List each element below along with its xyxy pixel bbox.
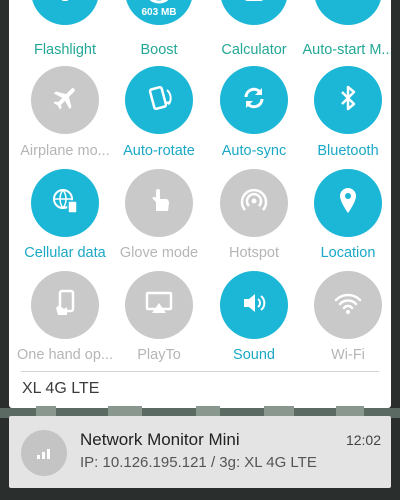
tile-label: One hand op...	[17, 347, 113, 363]
bluetooth-toggle[interactable]	[314, 66, 382, 134]
network-monitor-notification[interactable]: Network Monitor Mini 12:02 IP: 10.126.19…	[9, 416, 391, 488]
wifi-icon	[331, 286, 365, 325]
quick-settings-panel: Flashlight 603 MB Boost Calculator Auto-star…	[9, 0, 391, 408]
auto-sync-toggle[interactable]	[220, 66, 288, 134]
auto-rotate-toggle[interactable]	[125, 66, 193, 134]
bluetooth-icon	[331, 81, 365, 120]
location-toggle[interactable]	[314, 169, 382, 237]
notification-title: Network Monitor Mini	[80, 430, 240, 449]
tile-label: Auto-sync	[221, 143, 287, 159]
cellular-data-toggle[interactable]	[31, 169, 99, 237]
background-app-icon	[36, 406, 56, 416]
tile-label: Wi-Fi	[331, 347, 365, 363]
background-app-icon	[196, 406, 220, 416]
tile-label: Auto-start M...	[302, 42, 391, 58]
tile-label: Flashlight	[33, 42, 97, 58]
playto-icon	[142, 286, 176, 325]
sync-icon	[237, 81, 271, 120]
hotspot-toggle[interactable]	[220, 169, 288, 237]
playto-toggle[interactable]	[125, 271, 193, 339]
flashlight-toggle[interactable]	[31, 0, 99, 25]
notification-text: IP: 10.126.195.121 / 3g: XL 4G LTE	[80, 454, 317, 471]
auto-start-manager-icon	[331, 0, 365, 11]
tile-label: Sound	[233, 347, 275, 363]
auto-rotate-icon	[142, 81, 176, 120]
tile-label: Location	[320, 245, 376, 261]
boost-toggle[interactable]: 603 MB	[125, 0, 193, 25]
tile-label: Calculator	[221, 42, 287, 58]
location-pin-icon	[331, 184, 365, 223]
notification-time: 12:02	[345, 432, 381, 448]
tile-label: Cellular data	[24, 245, 106, 261]
one-hand-op-toggle[interactable]	[31, 271, 99, 339]
divider	[21, 371, 379, 372]
airplane-mo-toggle[interactable]	[31, 66, 99, 134]
background-app-icon	[264, 406, 294, 416]
auto-start-m-toggle[interactable]	[314, 0, 382, 25]
one-hand-icon	[48, 286, 82, 325]
background-app-icon	[336, 406, 364, 416]
tile-label: Glove mode	[119, 245, 199, 261]
flashlight-icon	[48, 0, 82, 11]
calculator-toggle[interactable]	[220, 0, 288, 25]
signal-bars-icon	[21, 430, 67, 476]
glove-mode-toggle[interactable]	[125, 169, 193, 237]
calculator-icon	[237, 0, 271, 11]
hotspot-icon	[237, 184, 271, 223]
glove-touch-icon	[142, 184, 176, 223]
background-app-icon	[108, 406, 142, 416]
tile-label: Hotspot	[229, 245, 279, 261]
tile-label: Boost	[140, 42, 178, 58]
tile-label: Airplane mo...	[20, 143, 110, 159]
tile-label: PlayTo	[137, 347, 181, 363]
airplane-icon	[48, 81, 82, 120]
speaker-icon	[237, 286, 271, 325]
boost-memory-badge: 603 MB	[141, 7, 177, 18]
sound-toggle[interactable]	[220, 271, 288, 339]
tile-label: Bluetooth	[317, 143, 379, 159]
cellular-data-icon	[48, 184, 82, 223]
tile-label: Auto-rotate	[123, 143, 195, 159]
wi-fi-toggle[interactable]	[314, 271, 382, 339]
network-operator-name: XL 4G LTE	[22, 380, 100, 397]
